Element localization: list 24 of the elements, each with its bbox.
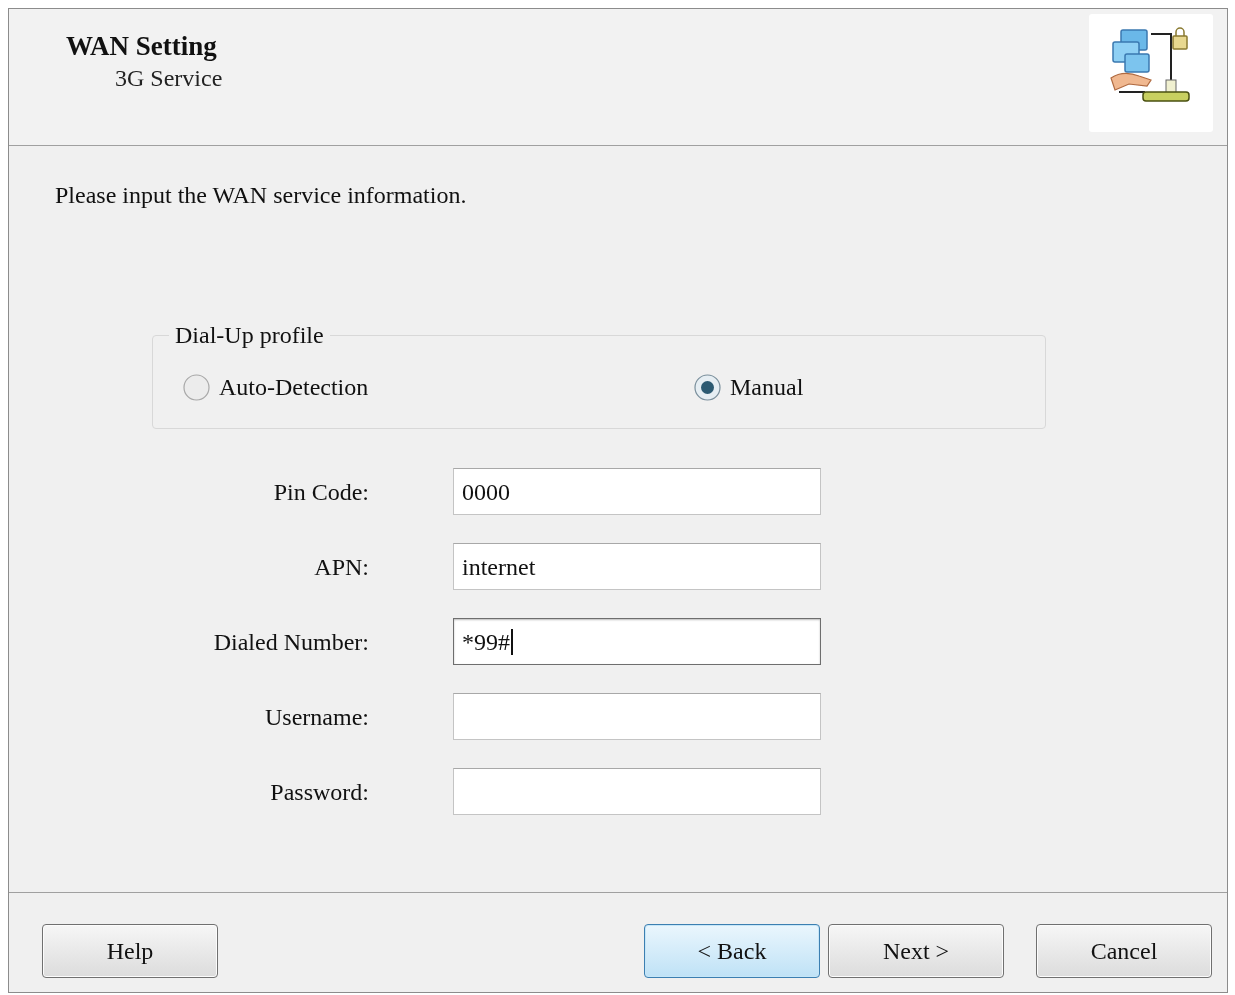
- radio-label: Auto-Detection: [219, 373, 369, 402]
- header-title: WAN Setting: [66, 31, 217, 61]
- field-label: Password:: [269, 777, 369, 807]
- input-field[interactable]: internet: [453, 543, 821, 590]
- input-field[interactable]: [453, 768, 821, 815]
- field-label: Username:: [264, 702, 369, 732]
- radio-label: Manual: [730, 373, 804, 402]
- input-field[interactable]: 0000: [453, 468, 821, 515]
- input-field[interactable]: *99#: [453, 618, 821, 665]
- group-legend: Dial-Up profile: [169, 321, 330, 349]
- field-label: Dialed Number:: [212, 627, 369, 657]
- radio-button[interactable]: [183, 373, 210, 401]
- field-label: APN:: [313, 552, 369, 582]
- text-cursor-icon: [511, 628, 513, 655]
- header-subtitle: 3G Service: [115, 64, 223, 93]
- dialog-button[interactable]: Help: [42, 924, 218, 978]
- instruction-text: Please input the WAN service information.: [55, 181, 467, 210]
- dialog-button[interactable]: < Back: [644, 924, 820, 978]
- radio-button[interactable]: [694, 373, 721, 401]
- network-icon: [1089, 14, 1213, 132]
- field-label: Pin Code:: [272, 477, 369, 507]
- dialog-button[interactable]: Next >: [828, 924, 1004, 978]
- dialog-button[interactable]: Cancel: [1036, 924, 1212, 978]
- input-field[interactable]: [453, 693, 821, 740]
